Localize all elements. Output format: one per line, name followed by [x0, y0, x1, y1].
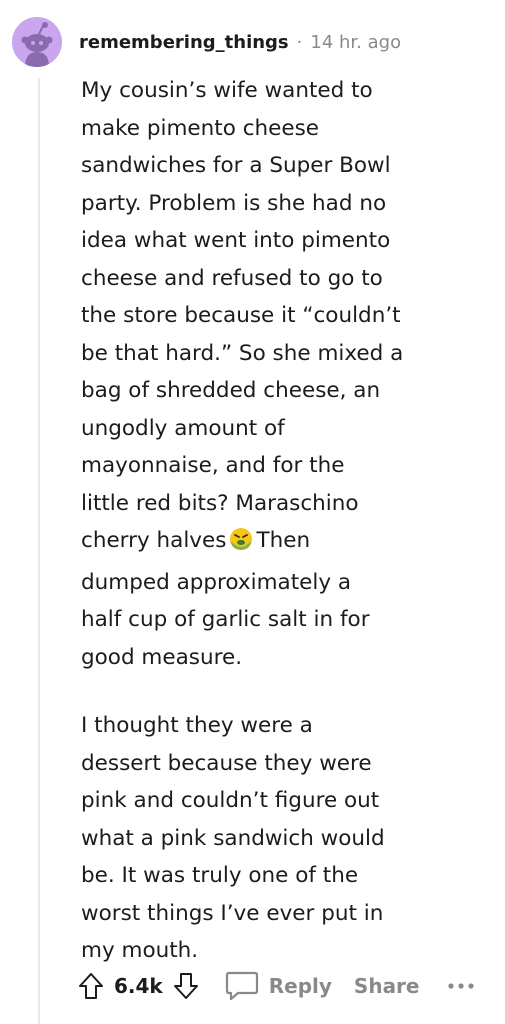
- downvote-icon[interactable]: [173, 972, 199, 1000]
- paragraph-1-text-a: My cousin’s wife wanted to make pimento …: [81, 78, 404, 553]
- vote-group: 6.4k: [78, 972, 199, 1000]
- thread-line: [38, 78, 40, 1024]
- snoo-avatar-icon: [12, 17, 62, 67]
- comment-paragraph-1: My cousin’s wife wanted to make pimento …: [81, 72, 491, 676]
- comment-header: remembering_things · 14 hr. ago: [12, 17, 493, 67]
- username[interactable]: remembering_things: [79, 32, 289, 53]
- comment-paragraph-2: I thought they were a dessert because th…: [81, 713, 385, 963]
- timestamp[interactable]: 14 hr. ago: [310, 32, 401, 53]
- comment-body: My cousin’s wife wanted to make pimento …: [81, 72, 491, 970]
- share-button[interactable]: Share: [354, 974, 420, 998]
- more-options-icon[interactable]: [447, 982, 474, 990]
- comment-bubble-icon: [225, 970, 259, 1002]
- vote-score: 6.4k: [114, 974, 163, 998]
- avatar[interactable]: [12, 17, 62, 67]
- reply-button[interactable]: Reply: [225, 970, 332, 1002]
- comment-actions: 6.4k Reply Share: [78, 964, 489, 1008]
- nauseated-face-icon: [229, 526, 253, 564]
- meta-separator: ·: [296, 31, 303, 53]
- reply-label: Reply: [268, 974, 332, 998]
- upvote-icon[interactable]: [78, 972, 104, 1000]
